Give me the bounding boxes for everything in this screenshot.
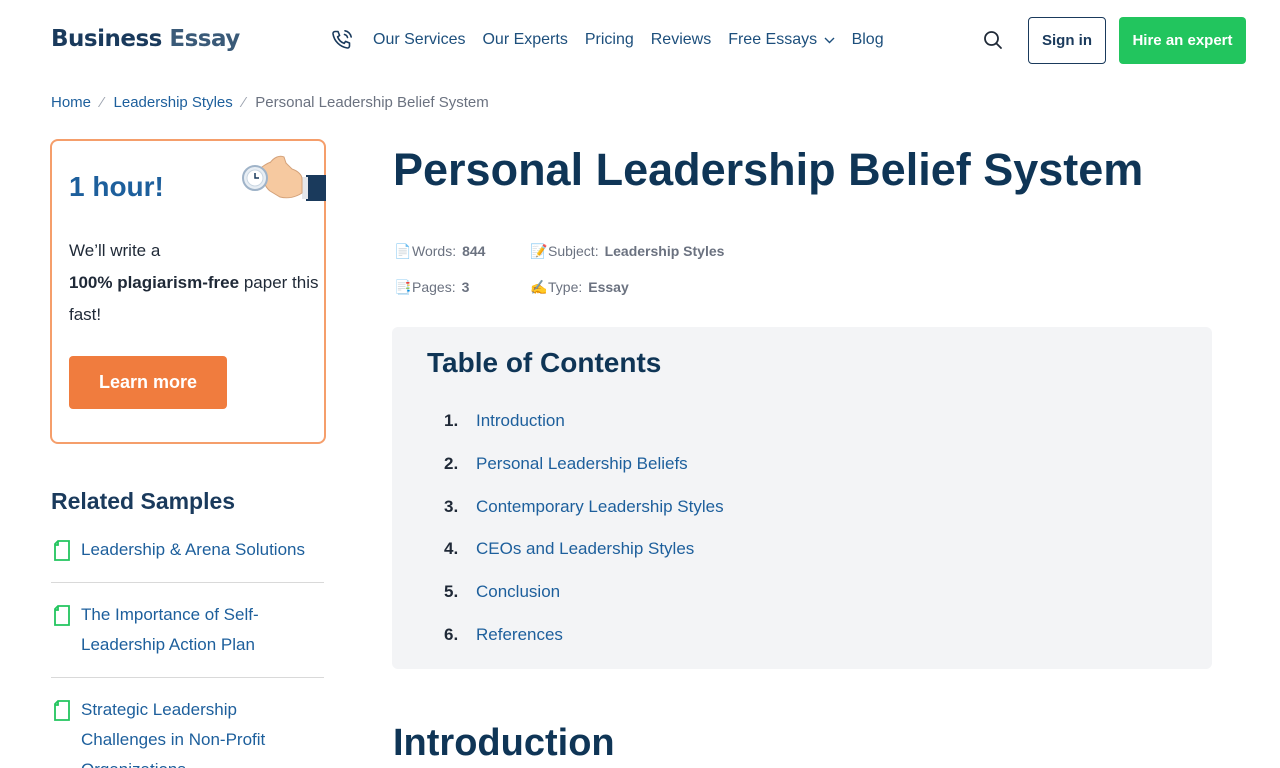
promo-card: 1 hour! We’ll write a 100% plagiarism-fr… bbox=[50, 139, 326, 444]
search-icon[interactable] bbox=[982, 29, 1004, 51]
related-samples-title: Related Samples bbox=[51, 488, 236, 514]
toc-link[interactable]: CEOs and Leadership Styles bbox=[476, 539, 694, 559]
toc-link[interactable]: Introduction bbox=[476, 411, 565, 431]
toc-number: 1. bbox=[444, 411, 459, 431]
hand-clock-illustration bbox=[242, 155, 326, 201]
meta-subject-label: Subject: bbox=[548, 243, 599, 259]
toc-title: Table of Contents bbox=[427, 347, 662, 378]
nav-reviews[interactable]: Reviews bbox=[651, 31, 711, 49]
chevron-down-icon bbox=[824, 37, 835, 44]
sign-in-button[interactable]: Sign in bbox=[1028, 17, 1106, 64]
meta-pages-label: Pages: bbox=[412, 279, 456, 295]
toc-item: 4. CEOs and Leadership Styles bbox=[444, 528, 724, 571]
meta-type-label: Type: bbox=[548, 279, 583, 295]
logo-text-business: Business bbox=[51, 26, 162, 52]
nav-free-essays-label: Free Essays bbox=[728, 31, 818, 48]
logo-text-essay: Essay bbox=[169, 26, 240, 52]
promo-title: 1 hour! bbox=[69, 171, 164, 202]
toc-item: 1. Introduction bbox=[444, 400, 724, 443]
toc-link[interactable]: Conclusion bbox=[476, 582, 560, 602]
meta-subject: 📝 Subject: Leadership Styles bbox=[530, 243, 724, 260]
document-icon: 📄 bbox=[394, 242, 412, 259]
divider bbox=[51, 582, 324, 583]
meta-type: ✍ Type: Essay bbox=[530, 279, 629, 296]
nav-our-experts[interactable]: Our Experts bbox=[482, 31, 567, 49]
toc-list: 1. Introduction 2. Personal Leadership B… bbox=[444, 400, 724, 656]
meta-words: 📄 Words: 844 bbox=[394, 243, 530, 260]
phone-icon[interactable] bbox=[330, 28, 354, 52]
hire-expert-button[interactable]: Hire an expert bbox=[1119, 17, 1246, 64]
meta-type-value: Essay bbox=[588, 279, 629, 295]
toc-item: 2. Personal Leadership Beliefs bbox=[444, 443, 724, 486]
toc-item: 5. Conclusion bbox=[444, 571, 724, 614]
breadcrumb-leadership-styles[interactable]: Leadership Styles bbox=[114, 94, 233, 111]
breadcrumb-home[interactable]: Home bbox=[51, 94, 91, 111]
learn-more-button[interactable]: Learn more bbox=[69, 356, 227, 409]
related-samples-list: Leadership & Arena Solutions The Importa… bbox=[51, 535, 324, 768]
promo-text: We’ll write a 100% plagiarism-free paper… bbox=[69, 235, 319, 331]
nav-free-essays[interactable]: Free Essays bbox=[728, 31, 835, 49]
related-sample-item[interactable]: Strategic Leadership Challenges in Non-P… bbox=[51, 695, 324, 768]
breadcrumb-current: Personal Leadership Belief System bbox=[255, 94, 489, 111]
breadcrumb: Home ⁄ Leadership Styles ⁄ Personal Lead… bbox=[51, 94, 489, 111]
memo-icon: 📝 bbox=[530, 242, 548, 259]
related-sample-link[interactable]: The Importance of Self-Leadership Action… bbox=[81, 605, 259, 654]
promo-text-1: We’ll write a bbox=[69, 241, 161, 260]
toc-item: 3. Contemporary Leadership Styles bbox=[444, 485, 724, 528]
breadcrumb-separator: ⁄ bbox=[101, 94, 104, 111]
nav-our-services[interactable]: Our Services bbox=[373, 31, 465, 49]
writing-hand-icon: ✍ bbox=[530, 278, 548, 295]
pages-icon: 📑 bbox=[394, 278, 412, 295]
nav-pricing[interactable]: Pricing bbox=[585, 31, 634, 49]
document-icon bbox=[54, 605, 70, 626]
meta-words-value: 844 bbox=[462, 243, 486, 259]
article-meta: 📄 Words: 844 📝 Subject: Leadership Style… bbox=[394, 233, 724, 305]
breadcrumb-separator: ⁄ bbox=[242, 94, 246, 111]
toc-item: 6. References bbox=[444, 613, 724, 656]
toc-number: 5. bbox=[444, 582, 459, 602]
section-heading-introduction: Introduction bbox=[393, 722, 615, 764]
meta-subject-value[interactable]: Leadership Styles bbox=[605, 243, 725, 259]
table-of-contents: Table of Contents 1. Introduction 2. Per… bbox=[392, 327, 1212, 669]
related-sample-link[interactable]: Strategic Leadership Challenges in Non-P… bbox=[81, 700, 265, 768]
toc-number: 2. bbox=[444, 454, 459, 474]
toc-link[interactable]: Personal Leadership Beliefs bbox=[476, 454, 688, 474]
toc-number: 3. bbox=[444, 496, 459, 516]
meta-row: 📑 Pages: 3 ✍ Type: Essay bbox=[394, 269, 724, 305]
article-title: Personal Leadership Belief System bbox=[393, 144, 1144, 195]
meta-row: 📄 Words: 844 📝 Subject: Leadership Style… bbox=[394, 233, 724, 269]
related-sample-item[interactable]: Leadership & Arena Solutions bbox=[51, 535, 324, 565]
document-icon bbox=[54, 540, 70, 561]
meta-pages: 📑 Pages: 3 bbox=[394, 279, 530, 296]
promo-text-bold: 100% plagiarism-free bbox=[69, 273, 240, 292]
site-logo[interactable]: Business Essay bbox=[51, 26, 240, 52]
related-sample-link[interactable]: Leadership & Arena Solutions bbox=[81, 540, 305, 559]
toc-number: 6. bbox=[444, 624, 459, 644]
toc-link[interactable]: Contemporary Leadership Styles bbox=[476, 497, 724, 517]
main-nav: Our Services Our Experts Pricing Reviews… bbox=[373, 31, 884, 49]
document-icon bbox=[54, 700, 70, 721]
meta-pages-value: 3 bbox=[461, 279, 470, 295]
toc-number: 4. bbox=[444, 539, 459, 559]
toc-link[interactable]: References bbox=[476, 625, 563, 645]
nav-blog[interactable]: Blog bbox=[852, 31, 884, 49]
divider bbox=[51, 677, 324, 678]
related-sample-item[interactable]: The Importance of Self-Leadership Action… bbox=[51, 600, 324, 660]
site-header: Business Essay Our Services Our Experts … bbox=[0, 0, 1280, 82]
meta-words-label: Words: bbox=[412, 243, 457, 259]
